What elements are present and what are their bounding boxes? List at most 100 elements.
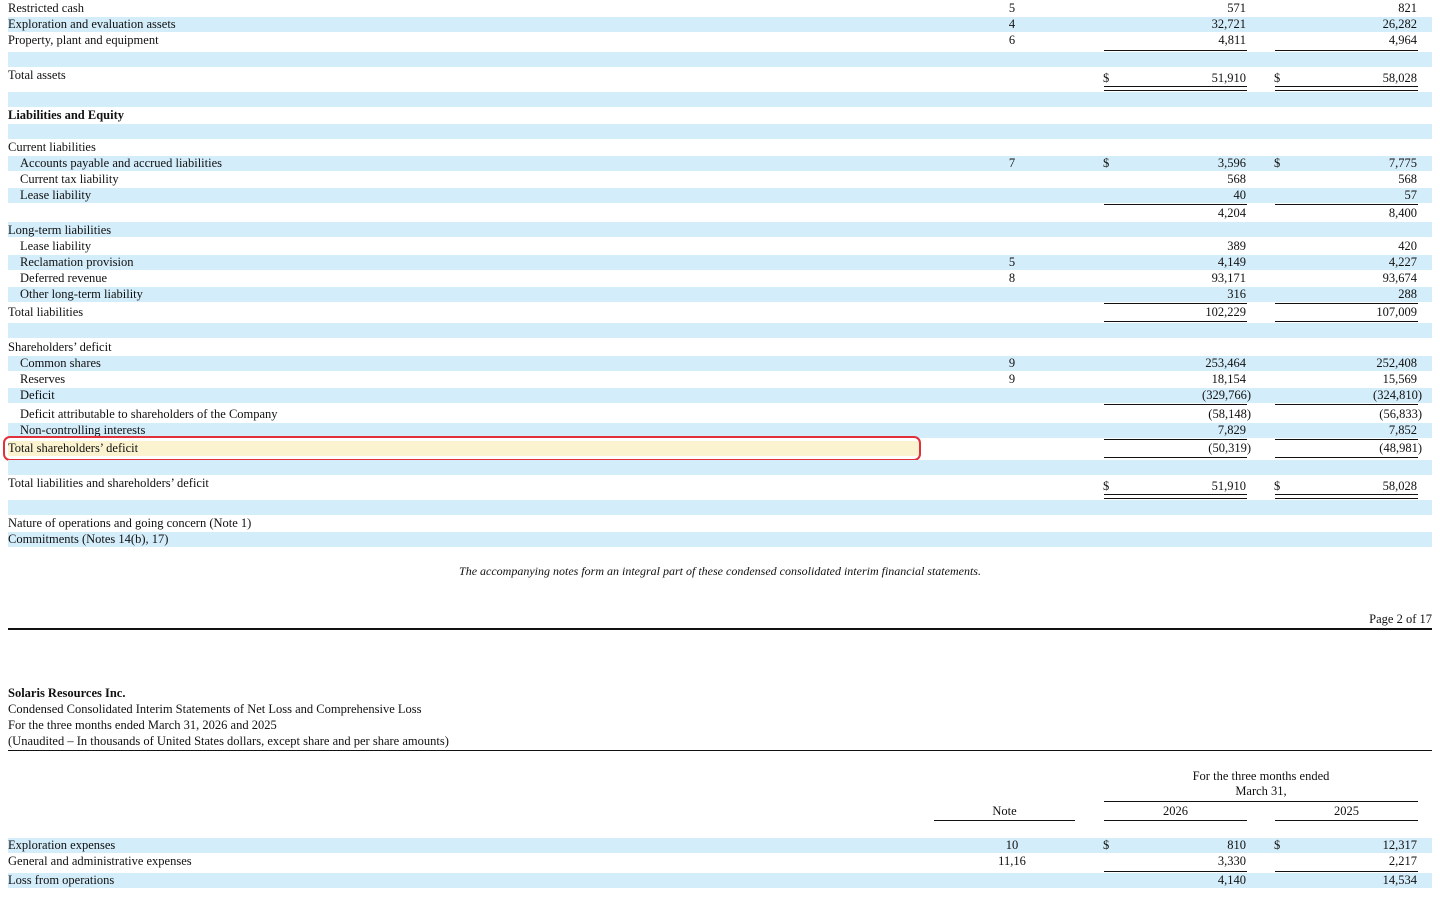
note-column-header: Note (992, 804, 1017, 818)
table-row: Lease liability 40 57 (8, 188, 1432, 203)
table-row: Accounts payable and accrued liabilities… (8, 156, 1432, 171)
value-2026: 51,910 (1211, 71, 1246, 85)
currency-symbol: $ (1274, 156, 1281, 170)
footnote-row: Nature of operations and going concern (… (8, 516, 1432, 531)
selection-highlight-box (3, 436, 921, 461)
spacer-row (8, 124, 1432, 139)
value-2026: 93,171 (1211, 271, 1246, 285)
underline (1275, 321, 1418, 322)
spacer-row (8, 92, 1432, 107)
table-row: Deficit attributable to shareholders of … (8, 407, 1432, 422)
spacer-row (8, 52, 1432, 67)
underline (1104, 204, 1247, 205)
underline (1104, 321, 1247, 322)
row-label: Property, plant and equipment (8, 33, 159, 47)
row-label: Exploration and evaluation assets (8, 17, 176, 31)
double-underline (1104, 494, 1247, 499)
table-row: General and administrative expenses 11,1… (8, 854, 1432, 869)
currency-symbol: $ (1274, 71, 1281, 85)
currency-symbol: $ (1103, 838, 1110, 852)
row-label: Loss from operations (8, 873, 115, 887)
underline (1275, 871, 1418, 872)
table-row: Current tax liability 568 568 (8, 172, 1432, 187)
total-assets-row: Total assets $ 51,910 $ 58,028 (8, 68, 1432, 85)
value-2026: 32,721 (1211, 17, 1246, 31)
underline (1275, 404, 1418, 405)
row-note: 4 (1008, 17, 1016, 31)
table-row: Other long-term liability 316 288 (8, 287, 1432, 302)
value-2025: 107,009 (1376, 305, 1417, 319)
row-label: Total assets (8, 68, 66, 82)
value-2025: (56,833) (1379, 407, 1422, 421)
footnote-row: Commitments (Notes 14(b), 17) (8, 532, 1432, 547)
double-underline (1104, 86, 1247, 91)
statement-period: For the three months ended March 31, 202… (8, 718, 277, 732)
value-2025: 26,282 (1382, 17, 1417, 31)
row-label: Lease liability (20, 188, 92, 202)
value-2026: 4,149 (1217, 255, 1246, 269)
underline (1275, 303, 1418, 304)
section-heading: Liabilities and Equity (8, 108, 1432, 123)
table-row: Exploration expenses 10 $ 810 $ 12,317 (8, 838, 1432, 853)
column-group-heading: For the three months ended March 31, (1104, 769, 1418, 799)
table-row: Deferred revenue 8 93,171 93,674 (8, 271, 1432, 286)
value-2025: 58,028 (1382, 479, 1417, 493)
table-row: Restricted cash 5 571 821 (8, 1, 1432, 16)
underline (1275, 457, 1418, 458)
footnote: Commitments (Notes 14(b), 17) (8, 532, 169, 546)
value-2026: 571 (1227, 1, 1246, 15)
value-2025: 568 (1398, 172, 1417, 186)
group-title: Current liabilities (8, 140, 96, 154)
value-2025: 12,317 (1382, 838, 1417, 852)
total-liabilities-row: Total liabilities 102,229 107,009 (8, 305, 1432, 320)
value-2026: 4,140 (1217, 873, 1246, 887)
underline (1104, 457, 1247, 458)
group-heading: Long-term liabilities (8, 223, 1432, 238)
table-row: Common shares 9 253,464 252,408 (8, 356, 1432, 371)
value-2026: 3,596 (1217, 156, 1246, 170)
value-2025: 15,569 (1382, 372, 1417, 386)
statement-title: Condensed Consolidated Interim Statement… (8, 702, 422, 716)
table-row: Lease liability 389 420 (8, 239, 1432, 254)
value-2025: 7,775 (1388, 156, 1417, 170)
underline (1275, 439, 1418, 440)
value-2026: (50,319) (1208, 441, 1251, 455)
currency-symbol: $ (1103, 479, 1110, 493)
footnote: Nature of operations and going concern (… (8, 516, 252, 530)
row-note: 5 (1008, 255, 1016, 269)
table-row: Reclamation provision 5 4,149 4,227 (8, 255, 1432, 270)
value-2026: 389 (1227, 239, 1246, 253)
underline (1104, 50, 1247, 51)
row-note: 7 (1008, 156, 1016, 170)
row-label: Deferred revenue (20, 271, 108, 285)
spacer-row (8, 460, 1432, 475)
value-2025: 93,674 (1382, 271, 1417, 285)
company-name: Solaris Resources Inc. (8, 686, 126, 700)
statement-units: (Unaudited – In thousands of United Stat… (8, 734, 449, 748)
value-2025: 4,227 (1388, 255, 1417, 269)
row-label: Reserves (20, 372, 66, 386)
value-2026: 18,154 (1211, 372, 1246, 386)
underline (1104, 439, 1247, 440)
value-2026: 253,464 (1205, 356, 1246, 370)
column-group-heading-line2: March 31, (1235, 784, 1287, 798)
currency-symbol: $ (1274, 479, 1281, 493)
currency-symbol: $ (1103, 156, 1110, 170)
subtotal-2025: 8,400 (1388, 206, 1417, 220)
underline (1275, 204, 1418, 205)
value-2025: (324,810) (1373, 388, 1422, 402)
value-2026: 316 (1227, 287, 1246, 301)
value-2026: 40 (1233, 188, 1247, 202)
row-note: 9 (1008, 356, 1016, 370)
page-divider (8, 628, 1432, 630)
value-2026: 4,811 (1218, 33, 1246, 47)
row-note: 8 (1008, 271, 1016, 285)
value-2026: 7,829 (1217, 423, 1246, 437)
table-row: Property, plant and equipment 6 4,811 4,… (8, 33, 1432, 48)
value-2026: 102,229 (1205, 305, 1246, 319)
row-label: Deficit (20, 388, 55, 402)
spacer-row (8, 323, 1432, 338)
row-note: 9 (1008, 372, 1016, 386)
value-2025: 58,028 (1382, 71, 1417, 85)
value-2025: 2,217 (1388, 854, 1417, 868)
